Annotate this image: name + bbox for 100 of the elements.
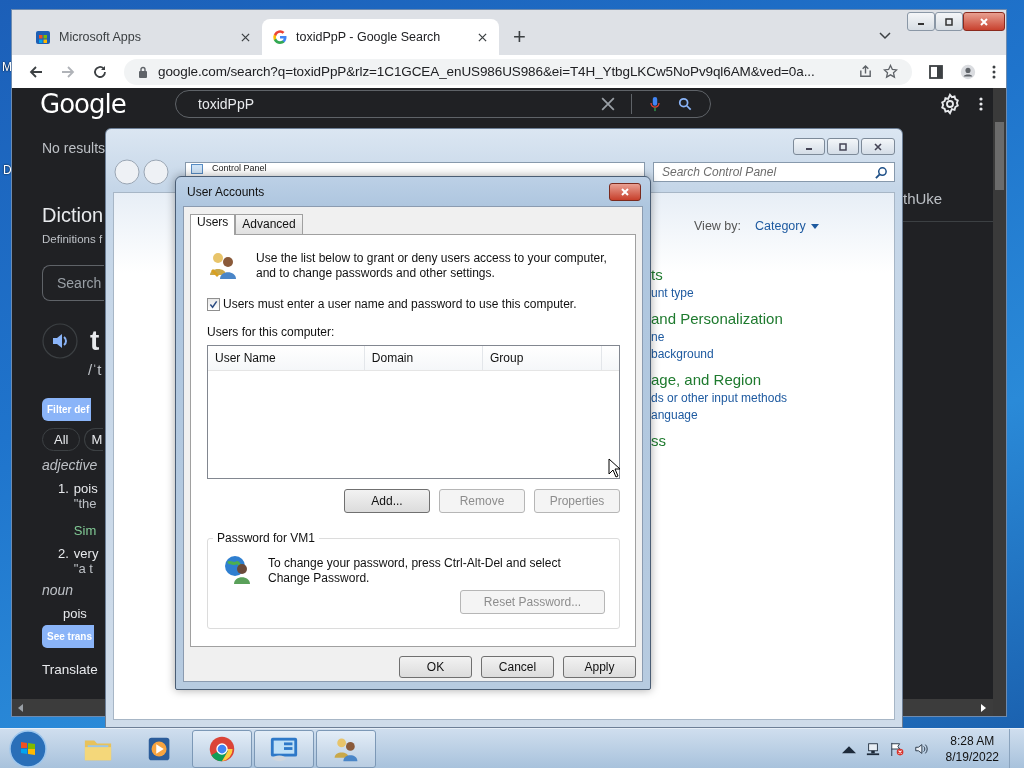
category-title-link[interactable]: age, and Region	[651, 371, 762, 388]
minimize-button[interactable]	[793, 138, 825, 155]
google-g-icon	[272, 29, 288, 45]
vertical-scrollbar[interactable]	[993, 88, 1006, 716]
flag-warning-icon[interactable]	[889, 741, 904, 756]
speaker-icon[interactable]	[42, 323, 78, 359]
browser-tab[interactable]: toxidPpP - Google Search	[262, 19, 499, 55]
category-task-link[interactable]: unt type	[651, 286, 694, 300]
browser-logo-icon	[207, 734, 237, 763]
back-arrow-icon[interactable]	[28, 63, 44, 80]
side-panel-icon[interactable]	[928, 63, 944, 80]
start-button-icon[interactable]	[8, 728, 48, 768]
chevron-down-icon[interactable]	[879, 32, 891, 40]
close-icon[interactable]	[478, 32, 487, 42]
similar-label: Sim	[73, 523, 98, 538]
maximize-button[interactable]	[827, 138, 859, 155]
checkbox-label[interactable]: Users must enter a user name and password to use this computer.	[223, 297, 577, 311]
taskbar-button[interactable]	[192, 729, 252, 768]
menu-icon[interactable]	[992, 63, 996, 80]
close-button[interactable]	[609, 182, 641, 201]
example-text: "the	[73, 496, 98, 511]
dictionary-search-field[interactable]: Search	[42, 265, 104, 301]
category-title-link[interactable]: and Personalization	[651, 310, 783, 327]
close-icon[interactable]	[241, 32, 250, 42]
close-button[interactable]	[861, 138, 895, 155]
minimize-button[interactable]	[907, 12, 935, 31]
view-by-dropdown[interactable]: Category	[755, 219, 819, 233]
view-by-label: View by:	[694, 219, 741, 233]
checkbox[interactable]	[207, 297, 220, 311]
search-icon	[875, 165, 888, 179]
dialog-tab[interactable]: Users	[190, 214, 236, 235]
reload-icon[interactable]	[92, 63, 108, 80]
more-options-icon[interactable]	[979, 96, 983, 112]
users-list-label: Users for this computer:	[207, 325, 336, 339]
maximize-icon	[944, 17, 954, 26]
maximize-icon	[838, 142, 848, 151]
scroll-right-icon[interactable]	[981, 703, 987, 712]
dialog-button[interactable]: Apply	[563, 656, 636, 678]
part-of-speech: noun	[42, 582, 74, 598]
network-icon[interactable]	[865, 741, 880, 756]
part-of-speech: adjective	[42, 457, 98, 473]
category-task-link[interactable]: ne	[651, 330, 665, 344]
new-tab-button[interactable]: +	[513, 25, 526, 49]
phonetic-text: /ˈt	[88, 361, 102, 378]
definition-text: pois	[73, 481, 98, 496]
maximize-button[interactable]	[935, 12, 963, 31]
close-button[interactable]	[963, 12, 1005, 31]
caret-icon	[810, 223, 819, 229]
users-list[interactable]: User Name Domain Group	[207, 345, 620, 479]
desktop-icon-label: M	[2, 60, 12, 74]
dialog-button[interactable]: OK	[399, 656, 472, 678]
horizontal-scrollbar[interactable]	[903, 699, 993, 716]
desktop-icon-label: D	[3, 163, 12, 177]
horizontal-scrollbar[interactable]	[12, 699, 105, 716]
group-title: Password for VM1	[213, 531, 320, 545]
clear-icon[interactable]	[601, 96, 615, 112]
mouse-cursor-icon	[608, 458, 620, 478]
profile-avatar-icon[interactable]	[960, 63, 976, 80]
column-header[interactable]: User Name	[208, 346, 365, 370]
settings-icon[interactable]	[939, 93, 961, 115]
dialog-tab[interactable]: Advanced	[235, 214, 303, 234]
definition-number: 1.	[58, 481, 69, 498]
intro-text: Use the list below to grant or deny users access to your computer, and to change passwords and other settings.	[256, 250, 608, 281]
close-icon	[620, 187, 630, 196]
dictionary-word: t	[90, 326, 100, 356]
dialog-button[interactable]: Cancel	[481, 656, 554, 678]
close-icon	[873, 142, 883, 151]
control-panel-icon	[190, 164, 204, 174]
results-status-text: No results	[42, 140, 106, 156]
star-icon[interactable]	[883, 64, 898, 79]
search-icon[interactable]	[678, 96, 692, 112]
category-title-link[interactable]: ss	[651, 432, 666, 449]
taskbar-button[interactable]	[254, 729, 314, 768]
close-icon	[979, 17, 989, 26]
list-action-button[interactable]: Add...	[344, 489, 430, 513]
clock[interactable]: 8:28 AM 8/19/2022	[945, 732, 999, 765]
address-bar[interactable]: google.com/search?q=toxidPpP&rlz=1C1GCEA_enUS986US986&ei=T4H_YtbgLKCw5NoPv9ql6AM&ved=0a...	[124, 58, 912, 85]
definition-text: very	[73, 546, 99, 561]
share-icon[interactable]	[858, 64, 873, 79]
control-panel-search-field[interactable]: Search Control Panel	[653, 162, 895, 182]
category-title-link[interactable]: ts	[651, 266, 663, 283]
category-task-link[interactable]: anguage	[651, 408, 698, 422]
taskbar-button[interactable]	[316, 729, 376, 768]
category-task-link[interactable]: background	[651, 347, 714, 361]
password-info-text: To change your password, press Ctrl-Alt-Del and select Change Password.	[268, 555, 562, 586]
column-header[interactable]: Domain	[364, 346, 483, 370]
speaker-icon[interactable]	[913, 741, 928, 756]
microphone-icon[interactable]	[648, 96, 662, 112]
store-icon	[35, 29, 51, 45]
definition-number: 2.	[58, 546, 69, 563]
scroll-left-icon[interactable]	[18, 703, 24, 712]
dictionary-heading: Diction	[42, 204, 104, 227]
column-header[interactable]: Group	[482, 346, 603, 370]
translate-heading: Translate	[42, 662, 98, 677]
browser-tab[interactable]: Microsoft Apps	[25, 19, 262, 55]
google-logo[interactable]: Google	[40, 89, 175, 119]
window-title: User Accounts	[186, 184, 265, 199]
dictionary-subtitle: Definitions f	[42, 233, 103, 245]
category-task-link[interactable]: ds or other input methods	[651, 391, 788, 405]
definition-text: pois	[63, 606, 87, 621]
